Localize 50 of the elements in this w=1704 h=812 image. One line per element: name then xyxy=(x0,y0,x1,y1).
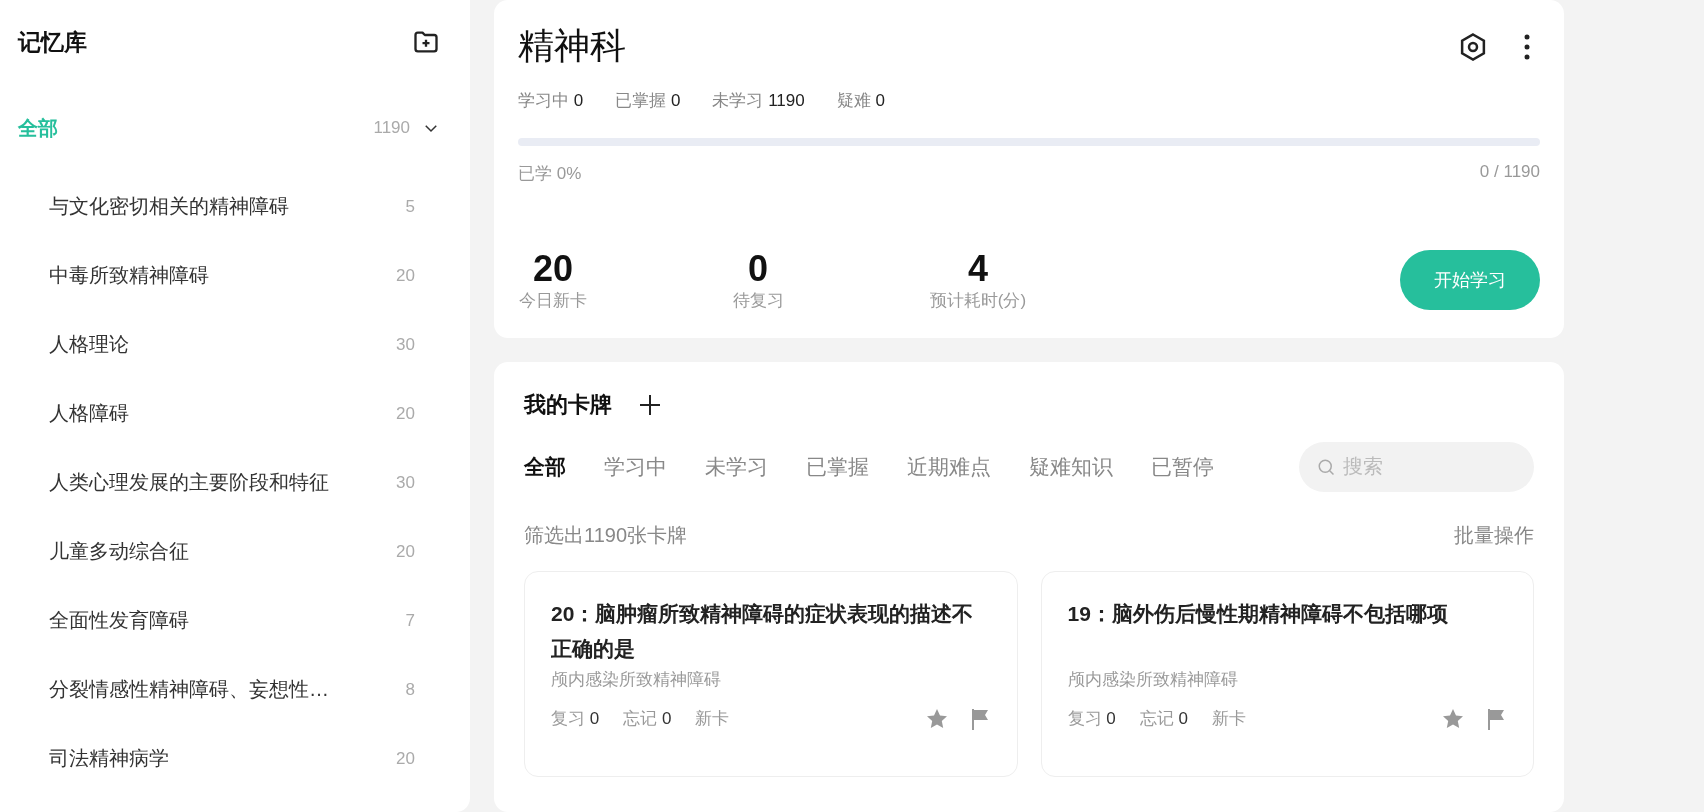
filter-tab[interactable]: 全部 xyxy=(524,452,566,481)
metric-value: 0 xyxy=(748,249,768,289)
metric-value: 4 xyxy=(968,249,988,289)
forget-count: 忘记 0 xyxy=(1139,708,1188,731)
filter-tab[interactable]: 疑难知识 xyxy=(1029,452,1113,481)
metric-value: 20 xyxy=(532,249,573,289)
forget-count: 忘记 0 xyxy=(623,708,672,731)
category-item[interactable]: 人格理论 30 xyxy=(18,310,470,379)
deck-stat: 学习中 0 xyxy=(518,90,584,112)
panel-title: 我的卡牌 xyxy=(524,390,612,419)
more-icon[interactable] xyxy=(1524,33,1530,60)
category-item[interactable]: 人类心理发展的主要阶段和特征 30 xyxy=(18,448,470,517)
deck-title: 精神科 xyxy=(518,24,626,68)
flag-icon[interactable] xyxy=(1485,706,1507,731)
question-card[interactable]: 20：脑肿瘤所致精神障碍的症状表现的描述不正确的是 颅内感染所致精神障碍 复习 0 忘记 0 新卡 xyxy=(524,570,1018,777)
filter-tab[interactable]: 未学习 xyxy=(705,452,768,481)
deck-stat: 疑难 0 xyxy=(836,90,885,112)
filter-tab[interactable]: 已掌握 xyxy=(806,452,869,481)
question-card[interactable]: 19：脑外伤后慢性期精神障碍不包括哪项 颅内感染所致精神障碍 复习 0 忘记 0 新卡 xyxy=(1040,570,1534,777)
category-item[interactable]: 司法精神病学 20 xyxy=(18,724,470,793)
question-title: 19：脑外伤后慢性期精神障碍不包括哪项 xyxy=(1067,600,1449,627)
add-icon[interactable] xyxy=(638,392,662,417)
category-item[interactable]: 人格障碍 20 xyxy=(18,379,470,448)
metric-label: 预计耗时(分) xyxy=(929,289,1027,312)
progress-reading: 0 / 1190 xyxy=(1479,162,1540,183)
card-status: 新卡 xyxy=(1211,708,1246,731)
question-category: 颅内感染所致精神障碍 xyxy=(1067,668,1239,691)
card-status: 新卡 xyxy=(695,708,730,731)
sidebar-title: 记忆库 xyxy=(18,27,87,57)
category-item[interactable]: 与文化密切相关的精神障碍 5 xyxy=(18,172,470,241)
question-title: 20：脑肿瘤所致精神障碍的症状表现的描述不正确的是 xyxy=(551,600,975,662)
deck-stat: 未学习 1190 xyxy=(712,90,805,112)
filter-count: 筛选出1190张卡牌 xyxy=(524,522,687,548)
category-item[interactable]: 中毒所致精神障碍 20 xyxy=(18,241,470,310)
filter-tab[interactable]: 近期难点 xyxy=(907,452,991,481)
metric-label: 待复习 xyxy=(732,289,784,312)
category-item[interactable]: 儿童多动综合征 20 xyxy=(18,517,470,586)
item-count: 1190 xyxy=(373,118,410,138)
question-category: 颅内感染所致精神障碍 xyxy=(551,668,722,691)
progress-label: 已学 0% xyxy=(518,163,582,185)
filter-tab[interactable]: 已暂停 xyxy=(1151,452,1214,481)
review-count: 复习 0 xyxy=(1067,708,1116,731)
deck-stat: 已掌握 0 xyxy=(615,90,681,112)
review-count: 复习 0 xyxy=(551,708,600,731)
batch-action-button[interactable]: 批量操作 xyxy=(1454,521,1534,549)
category-item[interactable]: 分裂情感性精神障碍、妄想性… 8 xyxy=(18,655,470,724)
metric-label: 今日新卡 xyxy=(519,289,587,312)
search-icon xyxy=(1317,457,1335,476)
category-item[interactable]: 全面性发育障碍 7 xyxy=(18,586,470,655)
filter-tab[interactable]: 学习中 xyxy=(604,452,667,481)
